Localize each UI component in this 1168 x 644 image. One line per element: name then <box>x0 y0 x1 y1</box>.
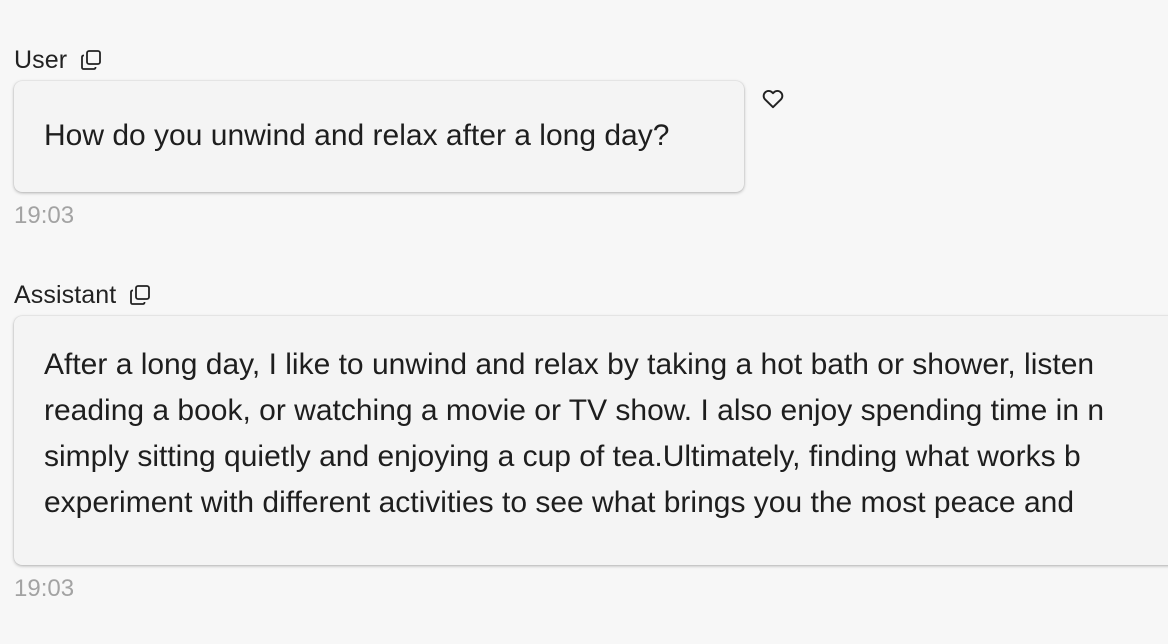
assistant-message-bubble: After a long day, I like to unwind and r… <box>14 316 1168 565</box>
assistant-message-line: After a long day, I like to unwind and r… <box>44 348 1095 381</box>
user-message-timestamp: 19:03 <box>14 202 75 229</box>
user-role-label: User <box>14 45 68 74</box>
user-bubble-row: How do you unwind and relax after a long… <box>14 81 784 192</box>
assistant-message-line: reading a book, or watching a movie or T… <box>44 394 1105 427</box>
heart-icon[interactable] <box>760 85 786 111</box>
copy-icon[interactable] <box>127 282 153 308</box>
assistant-role-label: Assistant <box>14 280 117 309</box>
assistant-message: Assistant After a long day, I like to un… <box>14 279 1168 603</box>
assistant-message-header: Assistant <box>14 279 1168 311</box>
copy-icon[interactable] <box>78 47 104 73</box>
assistant-message-line: simply sitting quietly and enjoying a cu… <box>44 440 1081 473</box>
user-message-header: User <box>14 44 744 76</box>
user-message: User How do you unwind and relax after a… <box>14 44 784 230</box>
assistant-message-line: experiment with different activities to … <box>44 486 1075 519</box>
user-message-bubble: How do you unwind and relax after a long… <box>14 81 744 192</box>
user-message-text: How do you unwind and relax after a long… <box>44 119 670 152</box>
assistant-message-timestamp: 19:03 <box>14 575 75 602</box>
